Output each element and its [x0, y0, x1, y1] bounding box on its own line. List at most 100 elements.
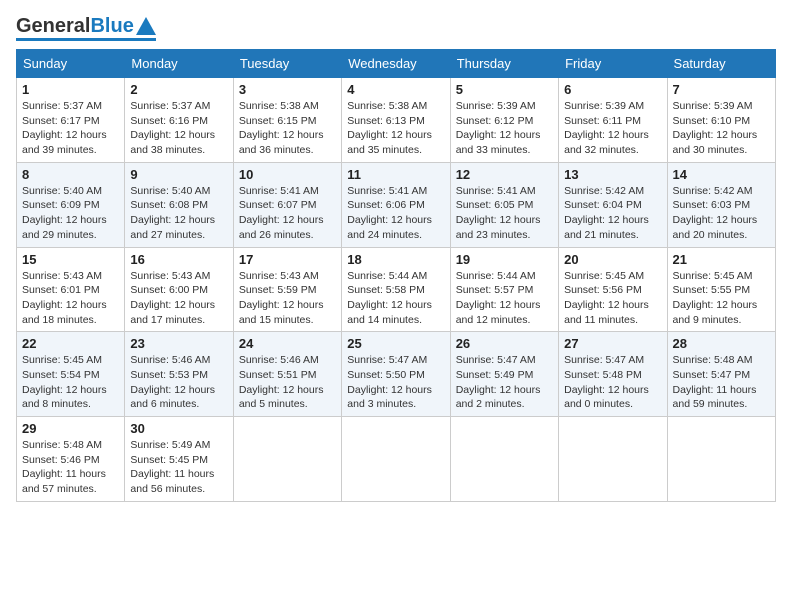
calendar-cell: 29 Sunrise: 5:48 AM Sunset: 5:46 PM Dayl… — [17, 417, 125, 502]
day-info: Sunrise: 5:41 AM Sunset: 6:06 PM Dayligh… — [347, 184, 444, 243]
calendar-cell: 6 Sunrise: 5:39 AM Sunset: 6:11 PM Dayli… — [559, 78, 667, 163]
calendar-cell: 7 Sunrise: 5:39 AM Sunset: 6:10 PM Dayli… — [667, 78, 775, 163]
day-number: 4 — [347, 82, 444, 97]
calendar-cell — [559, 417, 667, 502]
day-info: Sunrise: 5:44 AM Sunset: 5:57 PM Dayligh… — [456, 269, 553, 328]
day-info: Sunrise: 5:41 AM Sunset: 6:07 PM Dayligh… — [239, 184, 336, 243]
day-header-tuesday: Tuesday — [233, 50, 341, 78]
day-number: 14 — [673, 167, 770, 182]
day-number: 12 — [456, 167, 553, 182]
day-header-thursday: Thursday — [450, 50, 558, 78]
day-info: Sunrise: 5:42 AM Sunset: 6:04 PM Dayligh… — [564, 184, 661, 243]
day-info: Sunrise: 5:46 AM Sunset: 5:53 PM Dayligh… — [130, 353, 227, 412]
calendar-cell: 16 Sunrise: 5:43 AM Sunset: 6:00 PM Dayl… — [125, 247, 233, 332]
day-number: 3 — [239, 82, 336, 97]
day-info: Sunrise: 5:47 AM Sunset: 5:50 PM Dayligh… — [347, 353, 444, 412]
calendar-cell: 12 Sunrise: 5:41 AM Sunset: 6:05 PM Dayl… — [450, 162, 558, 247]
calendar-cell: 19 Sunrise: 5:44 AM Sunset: 5:57 PM Dayl… — [450, 247, 558, 332]
day-info: Sunrise: 5:49 AM Sunset: 5:45 PM Dayligh… — [130, 438, 227, 497]
day-header-sunday: Sunday — [17, 50, 125, 78]
calendar-week-4: 22 Sunrise: 5:45 AM Sunset: 5:54 PM Dayl… — [17, 332, 776, 417]
day-info: Sunrise: 5:47 AM Sunset: 5:49 PM Dayligh… — [456, 353, 553, 412]
calendar-cell: 13 Sunrise: 5:42 AM Sunset: 6:04 PM Dayl… — [559, 162, 667, 247]
day-info: Sunrise: 5:43 AM Sunset: 6:01 PM Dayligh… — [22, 269, 119, 328]
day-number: 7 — [673, 82, 770, 97]
day-info: Sunrise: 5:40 AM Sunset: 6:09 PM Dayligh… — [22, 184, 119, 243]
day-number: 22 — [22, 336, 119, 351]
calendar-cell: 21 Sunrise: 5:45 AM Sunset: 5:55 PM Dayl… — [667, 247, 775, 332]
day-number: 9 — [130, 167, 227, 182]
day-number: 17 — [239, 252, 336, 267]
day-info: Sunrise: 5:45 AM Sunset: 5:54 PM Dayligh… — [22, 353, 119, 412]
day-info: Sunrise: 5:41 AM Sunset: 6:05 PM Dayligh… — [456, 184, 553, 243]
logo: GeneralBlue — [16, 16, 156, 41]
day-info: Sunrise: 5:46 AM Sunset: 5:51 PM Dayligh… — [239, 353, 336, 412]
day-header-saturday: Saturday — [667, 50, 775, 78]
day-number: 21 — [673, 252, 770, 267]
calendar-cell: 2 Sunrise: 5:37 AM Sunset: 6:16 PM Dayli… — [125, 78, 233, 163]
calendar-cell: 3 Sunrise: 5:38 AM Sunset: 6:15 PM Dayli… — [233, 78, 341, 163]
calendar-cell: 22 Sunrise: 5:45 AM Sunset: 5:54 PM Dayl… — [17, 332, 125, 417]
calendar-cell: 23 Sunrise: 5:46 AM Sunset: 5:53 PM Dayl… — [125, 332, 233, 417]
calendar-cell: 30 Sunrise: 5:49 AM Sunset: 5:45 PM Dayl… — [125, 417, 233, 502]
logo-text: GeneralBlue — [16, 16, 134, 36]
day-info: Sunrise: 5:45 AM Sunset: 5:55 PM Dayligh… — [673, 269, 770, 328]
calendar-cell — [342, 417, 450, 502]
day-number: 10 — [239, 167, 336, 182]
calendar-week-3: 15 Sunrise: 5:43 AM Sunset: 6:01 PM Dayl… — [17, 247, 776, 332]
day-number: 8 — [22, 167, 119, 182]
calendar-cell: 15 Sunrise: 5:43 AM Sunset: 6:01 PM Dayl… — [17, 247, 125, 332]
calendar-cell — [233, 417, 341, 502]
calendar-week-1: 1 Sunrise: 5:37 AM Sunset: 6:17 PM Dayli… — [17, 78, 776, 163]
day-info: Sunrise: 5:39 AM Sunset: 6:11 PM Dayligh… — [564, 99, 661, 158]
calendar-cell: 28 Sunrise: 5:48 AM Sunset: 5:47 PM Dayl… — [667, 332, 775, 417]
day-info: Sunrise: 5:38 AM Sunset: 6:15 PM Dayligh… — [239, 99, 336, 158]
day-info: Sunrise: 5:39 AM Sunset: 6:12 PM Dayligh… — [456, 99, 553, 158]
day-info: Sunrise: 5:38 AM Sunset: 6:13 PM Dayligh… — [347, 99, 444, 158]
day-info: Sunrise: 5:37 AM Sunset: 6:16 PM Dayligh… — [130, 99, 227, 158]
day-number: 19 — [456, 252, 553, 267]
day-info: Sunrise: 5:43 AM Sunset: 5:59 PM Dayligh… — [239, 269, 336, 328]
day-number: 26 — [456, 336, 553, 351]
calendar-cell: 9 Sunrise: 5:40 AM Sunset: 6:08 PM Dayli… — [125, 162, 233, 247]
day-info: Sunrise: 5:42 AM Sunset: 6:03 PM Dayligh… — [673, 184, 770, 243]
day-number: 2 — [130, 82, 227, 97]
calendar-cell: 8 Sunrise: 5:40 AM Sunset: 6:09 PM Dayli… — [17, 162, 125, 247]
day-number: 23 — [130, 336, 227, 351]
calendar-cell: 11 Sunrise: 5:41 AM Sunset: 6:06 PM Dayl… — [342, 162, 450, 247]
calendar-cell — [450, 417, 558, 502]
day-number: 28 — [673, 336, 770, 351]
day-info: Sunrise: 5:44 AM Sunset: 5:58 PM Dayligh… — [347, 269, 444, 328]
calendar-table: SundayMondayTuesdayWednesdayThursdayFrid… — [16, 49, 776, 502]
day-number: 15 — [22, 252, 119, 267]
calendar-cell: 20 Sunrise: 5:45 AM Sunset: 5:56 PM Dayl… — [559, 247, 667, 332]
day-number: 16 — [130, 252, 227, 267]
logo-icon — [136, 17, 156, 35]
day-number: 30 — [130, 421, 227, 436]
calendar-cell: 14 Sunrise: 5:42 AM Sunset: 6:03 PM Dayl… — [667, 162, 775, 247]
day-info: Sunrise: 5:43 AM Sunset: 6:00 PM Dayligh… — [130, 269, 227, 328]
day-info: Sunrise: 5:47 AM Sunset: 5:48 PM Dayligh… — [564, 353, 661, 412]
calendar-cell: 27 Sunrise: 5:47 AM Sunset: 5:48 PM Dayl… — [559, 332, 667, 417]
day-info: Sunrise: 5:40 AM Sunset: 6:08 PM Dayligh… — [130, 184, 227, 243]
calendar-cell: 1 Sunrise: 5:37 AM Sunset: 6:17 PM Dayli… — [17, 78, 125, 163]
calendar-cell: 18 Sunrise: 5:44 AM Sunset: 5:58 PM Dayl… — [342, 247, 450, 332]
day-info: Sunrise: 5:45 AM Sunset: 5:56 PM Dayligh… — [564, 269, 661, 328]
day-number: 20 — [564, 252, 661, 267]
day-info: Sunrise: 5:39 AM Sunset: 6:10 PM Dayligh… — [673, 99, 770, 158]
day-info: Sunrise: 5:48 AM Sunset: 5:47 PM Dayligh… — [673, 353, 770, 412]
calendar-cell — [667, 417, 775, 502]
day-header-wednesday: Wednesday — [342, 50, 450, 78]
day-info: Sunrise: 5:37 AM Sunset: 6:17 PM Dayligh… — [22, 99, 119, 158]
day-number: 1 — [22, 82, 119, 97]
day-info: Sunrise: 5:48 AM Sunset: 5:46 PM Dayligh… — [22, 438, 119, 497]
day-number: 13 — [564, 167, 661, 182]
page-header: GeneralBlue — [16, 16, 776, 41]
calendar-cell: 10 Sunrise: 5:41 AM Sunset: 6:07 PM Dayl… — [233, 162, 341, 247]
day-number: 25 — [347, 336, 444, 351]
calendar-cell: 5 Sunrise: 5:39 AM Sunset: 6:12 PM Dayli… — [450, 78, 558, 163]
calendar-cell: 17 Sunrise: 5:43 AM Sunset: 5:59 PM Dayl… — [233, 247, 341, 332]
day-header-monday: Monday — [125, 50, 233, 78]
day-header-friday: Friday — [559, 50, 667, 78]
day-number: 5 — [456, 82, 553, 97]
